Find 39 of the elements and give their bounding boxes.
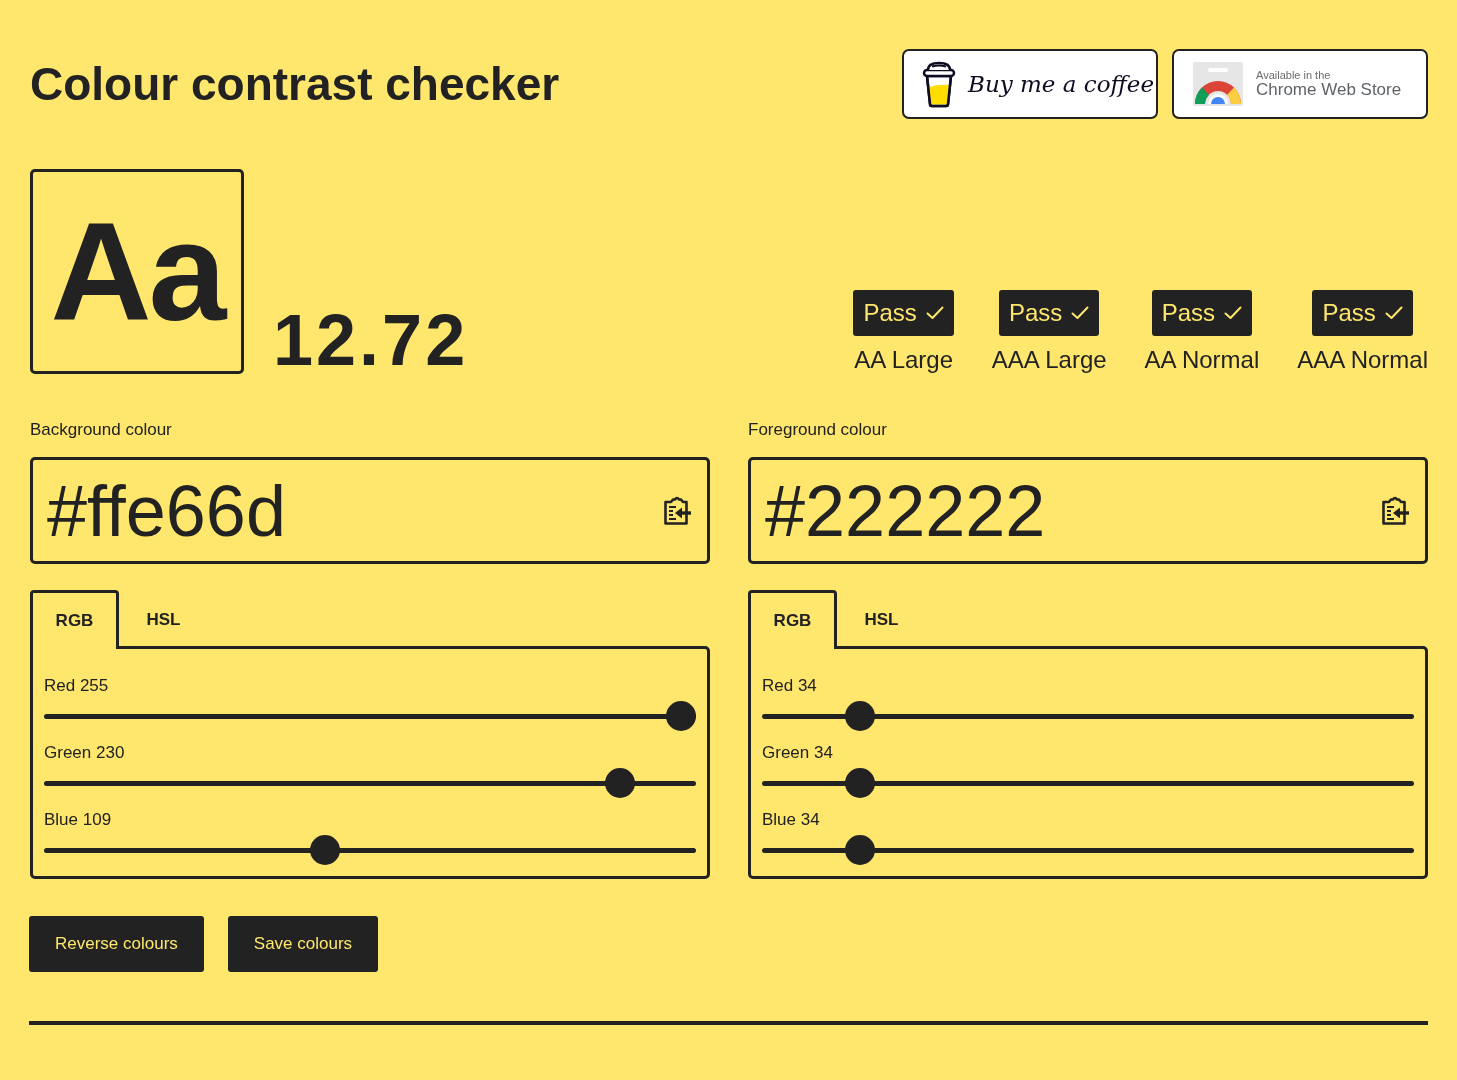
buy-coffee-button[interactable]: Buy me a coffee — [902, 49, 1158, 119]
clipboard-icon[interactable] — [1381, 495, 1409, 526]
result-label: AA Large — [854, 345, 953, 374]
colour-mode-tab[interactable]: HSL — [119, 590, 208, 646]
slider-thumb[interactable] — [844, 835, 875, 865]
result-badge: Pass — [999, 290, 1100, 336]
contrast-ratio: 12.72 — [273, 304, 469, 376]
colour-mode-tab[interactable]: RGB — [748, 590, 837, 649]
page-title: Colour contrast checker — [30, 57, 560, 112]
action-button[interactable]: Reverse colours — [29, 916, 204, 972]
hex-input-field[interactable]: #ffe66d — [30, 457, 710, 564]
field-label: Background colour — [30, 420, 173, 440]
result-badge: Pass — [1312, 290, 1413, 336]
slider-thumb[interactable] — [844, 701, 875, 731]
result-badge: Pass — [1151, 290, 1253, 336]
text-sample-preview: Aa — [30, 169, 244, 374]
slider-label: Red 34 — [762, 676, 818, 696]
colour-mode-tab[interactable]: HSL — [837, 590, 926, 646]
slider-label: Blue 109 — [44, 810, 113, 830]
cup-icon — [922, 60, 956, 108]
slider-label: Red 255 — [44, 676, 110, 696]
colour-mode-tab[interactable]: RGB — [30, 590, 119, 649]
store-bag-icon — [1193, 62, 1243, 106]
slider-thumb[interactable] — [844, 768, 875, 798]
hex-input-field[interactable]: #222222 — [748, 457, 1428, 564]
result-label: AA Normal — [1144, 345, 1260, 374]
slider-thumb[interactable] — [666, 701, 696, 731]
clipboard-icon[interactable] — [663, 495, 691, 526]
slider-label: Green 34 — [762, 743, 834, 763]
action-button[interactable]: Save colours — [227, 916, 379, 972]
slider-label: Green 230 — [44, 743, 126, 763]
result-label: AAA Normal — [1297, 345, 1428, 374]
web-store-button[interactable]: Available in the Chrome Web Store — [1172, 49, 1428, 119]
result-badge: Pass — [853, 290, 954, 336]
field-label: Foreground colour — [748, 420, 888, 440]
slider-thumb[interactable] — [309, 835, 340, 865]
slider-thumb[interactable] — [605, 768, 636, 798]
slider-label: Blue 34 — [762, 810, 821, 830]
result-label: AAA Large — [991, 345, 1107, 374]
